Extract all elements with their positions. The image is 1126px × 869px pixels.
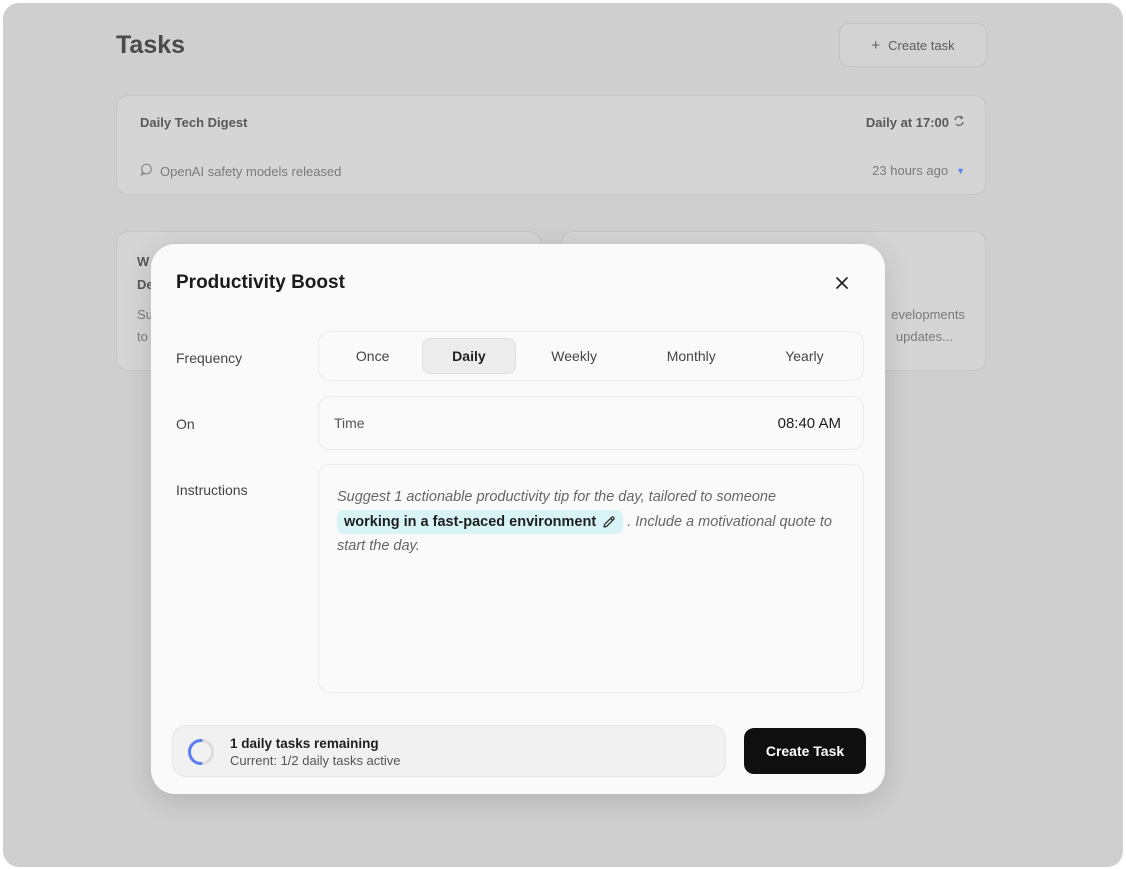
task-card-schedule: Daily at 17:00 — [866, 115, 965, 130]
frequency-option-once[interactable]: Once — [323, 338, 422, 374]
task-card-partial-line: updates... — [895, 329, 953, 344]
task-card-latest: OpenAI safety models released — [140, 163, 341, 179]
repeat-icon — [953, 115, 965, 130]
daily-task-quota: 1 daily tasks remaining Current: 1/2 dai… — [172, 725, 726, 777]
pencil-icon — [603, 516, 615, 528]
instructions-editor[interactable]: Suggest 1 actionable productivity tip fo… — [318, 464, 864, 693]
tasks-remaining-text: 1 daily tasks remaining — [230, 736, 379, 751]
task-card-latest-text: OpenAI safety models released — [160, 163, 342, 179]
time-field[interactable]: Time 08:40 AM — [318, 396, 864, 450]
task-card-partial-line: evelopments — [891, 307, 965, 322]
task-card-daily-tech-digest[interactable]: Daily Tech Digest Daily at 17:00 OpenAI … — [116, 95, 986, 195]
instruction-variable-chip[interactable]: working in a fast-paced environment — [337, 509, 624, 534]
chat-bubble-icon — [140, 163, 153, 179]
frequency-label: Frequency — [176, 350, 243, 366]
time-value: 08:40 AM — [777, 414, 841, 432]
frequency-selector: Once Daily Weekly Monthly Yearly — [318, 331, 864, 381]
app-window: Tasks + Create task Daily Tech Digest Da… — [3, 3, 1123, 867]
tasks-active-text: Current: 1/2 daily tasks active — [230, 753, 401, 768]
frequency-option-yearly[interactable]: Yearly — [750, 338, 859, 374]
task-card-title: Daily Tech Digest — [140, 115, 248, 130]
create-task-button[interactable]: + Create task — [839, 23, 987, 67]
on-label: On — [176, 416, 195, 432]
task-dialog: Productivity Boost Frequency Once Daily … — [151, 244, 885, 794]
close-button[interactable] — [829, 270, 855, 296]
frequency-option-monthly[interactable]: Monthly — [633, 338, 750, 374]
task-card-time-text: 23 hours ago — [872, 163, 949, 178]
instruction-variable-text: working in a fast-paced environment — [344, 513, 597, 530]
close-icon — [836, 277, 848, 289]
dialog-title: Productivity Boost — [176, 272, 345, 293]
progress-ring-icon — [188, 739, 214, 765]
unread-dot-icon: ▼ — [956, 165, 965, 176]
instructions-label: Instructions — [176, 482, 248, 498]
task-card-schedule-text: Daily at 17:00 — [865, 115, 949, 130]
task-card-partial-line: to — [137, 329, 148, 344]
task-card-time: 23 hours ago ▼ — [872, 163, 965, 178]
task-card-partial-line: W — [137, 254, 150, 269]
plus-icon: + — [871, 36, 881, 54]
instructions-text-before: Suggest 1 actionable productivity tip fo… — [337, 489, 777, 505]
create-task-label: Create task — [888, 37, 955, 53]
frequency-option-daily[interactable]: Daily — [422, 338, 516, 374]
time-field-label: Time — [334, 415, 365, 431]
page-title: Tasks — [116, 31, 186, 59]
create-task-submit-button[interactable]: Create Task — [744, 728, 866, 774]
frequency-option-weekly[interactable]: Weekly — [516, 338, 633, 374]
